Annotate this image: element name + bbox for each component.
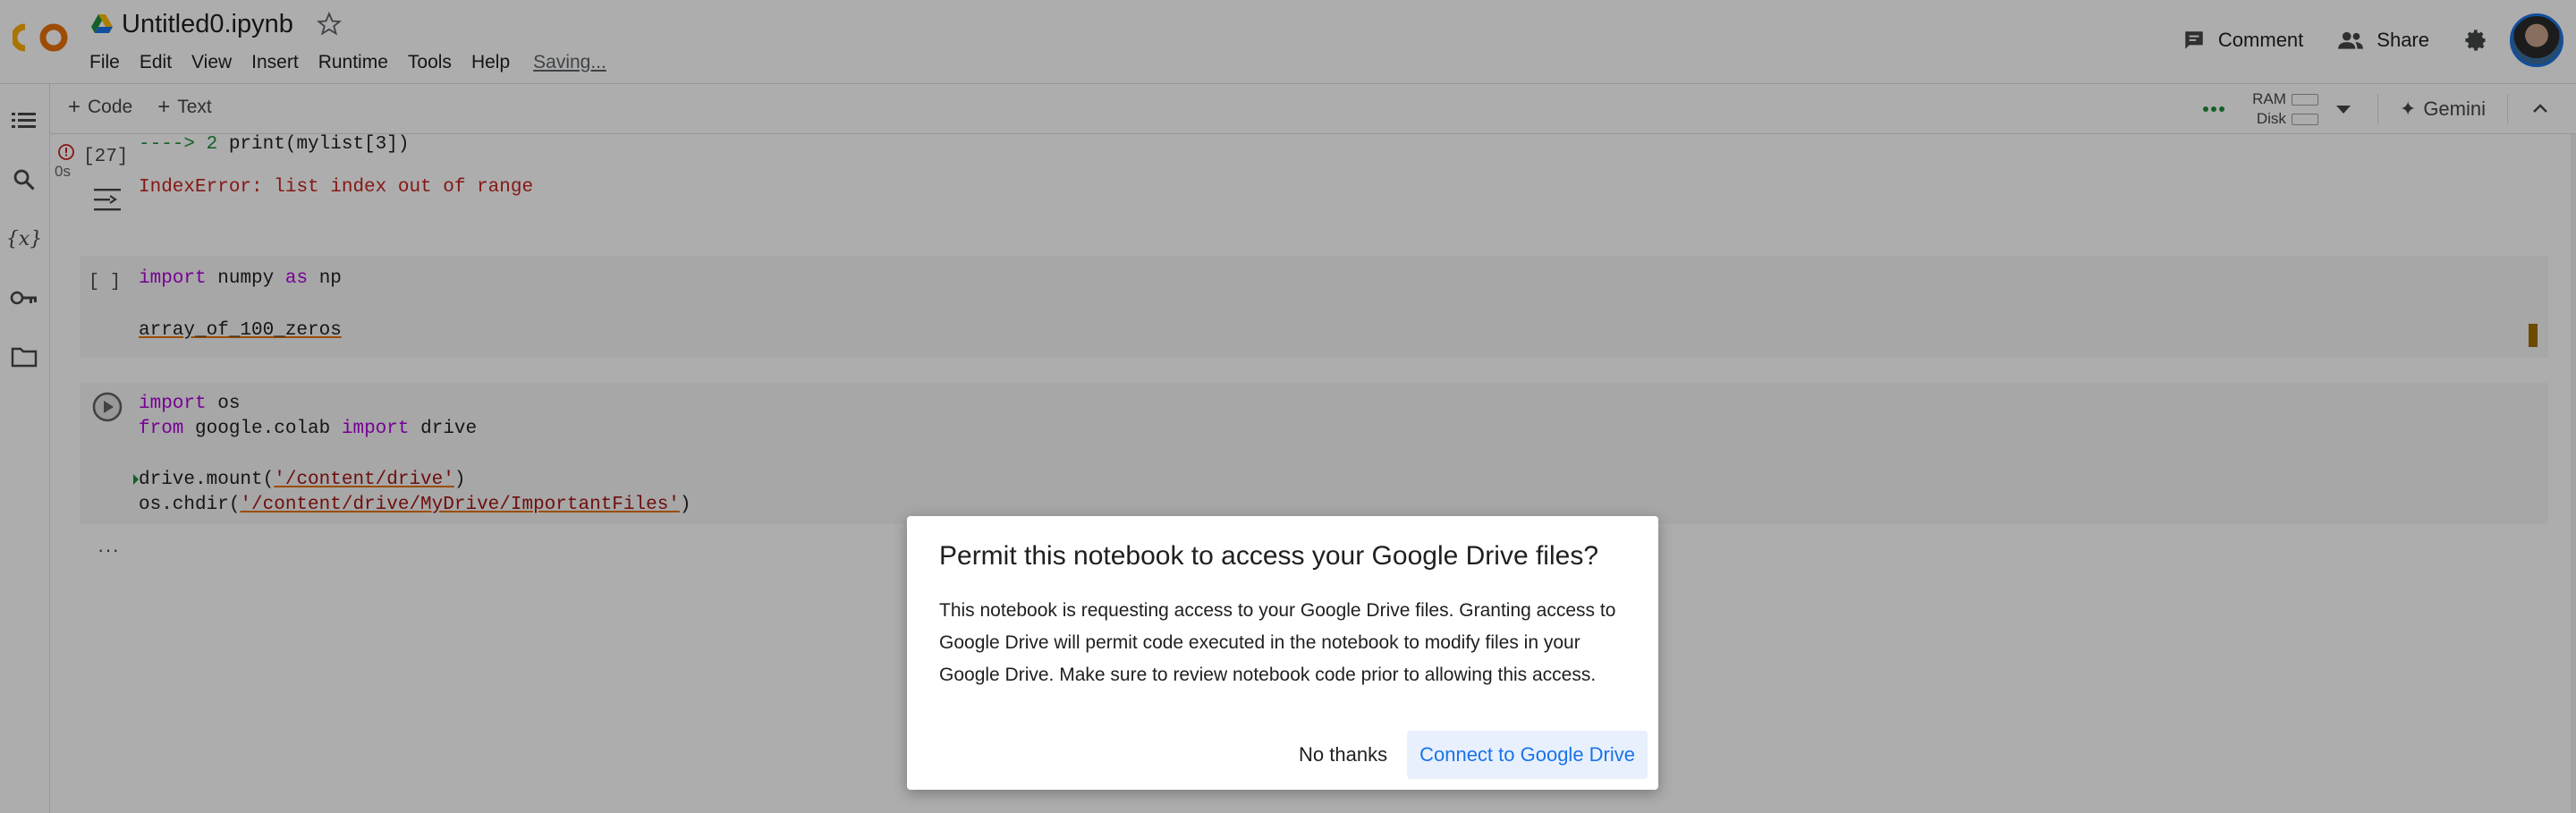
dialog-body: This notebook is requesting access to yo… <box>939 600 1616 685</box>
connect-drive-button[interactable]: Connect to Google Drive <box>1407 731 1648 779</box>
drive-permission-dialog: Permit this notebook to access your Goog… <box>907 516 1658 790</box>
no-thanks-button[interactable]: No thanks <box>1286 733 1400 777</box>
dialog-actions: No thanks Connect to Google Drive <box>1286 731 1648 779</box>
dialog-title: Permit this notebook to access your Goog… <box>939 541 1599 571</box>
